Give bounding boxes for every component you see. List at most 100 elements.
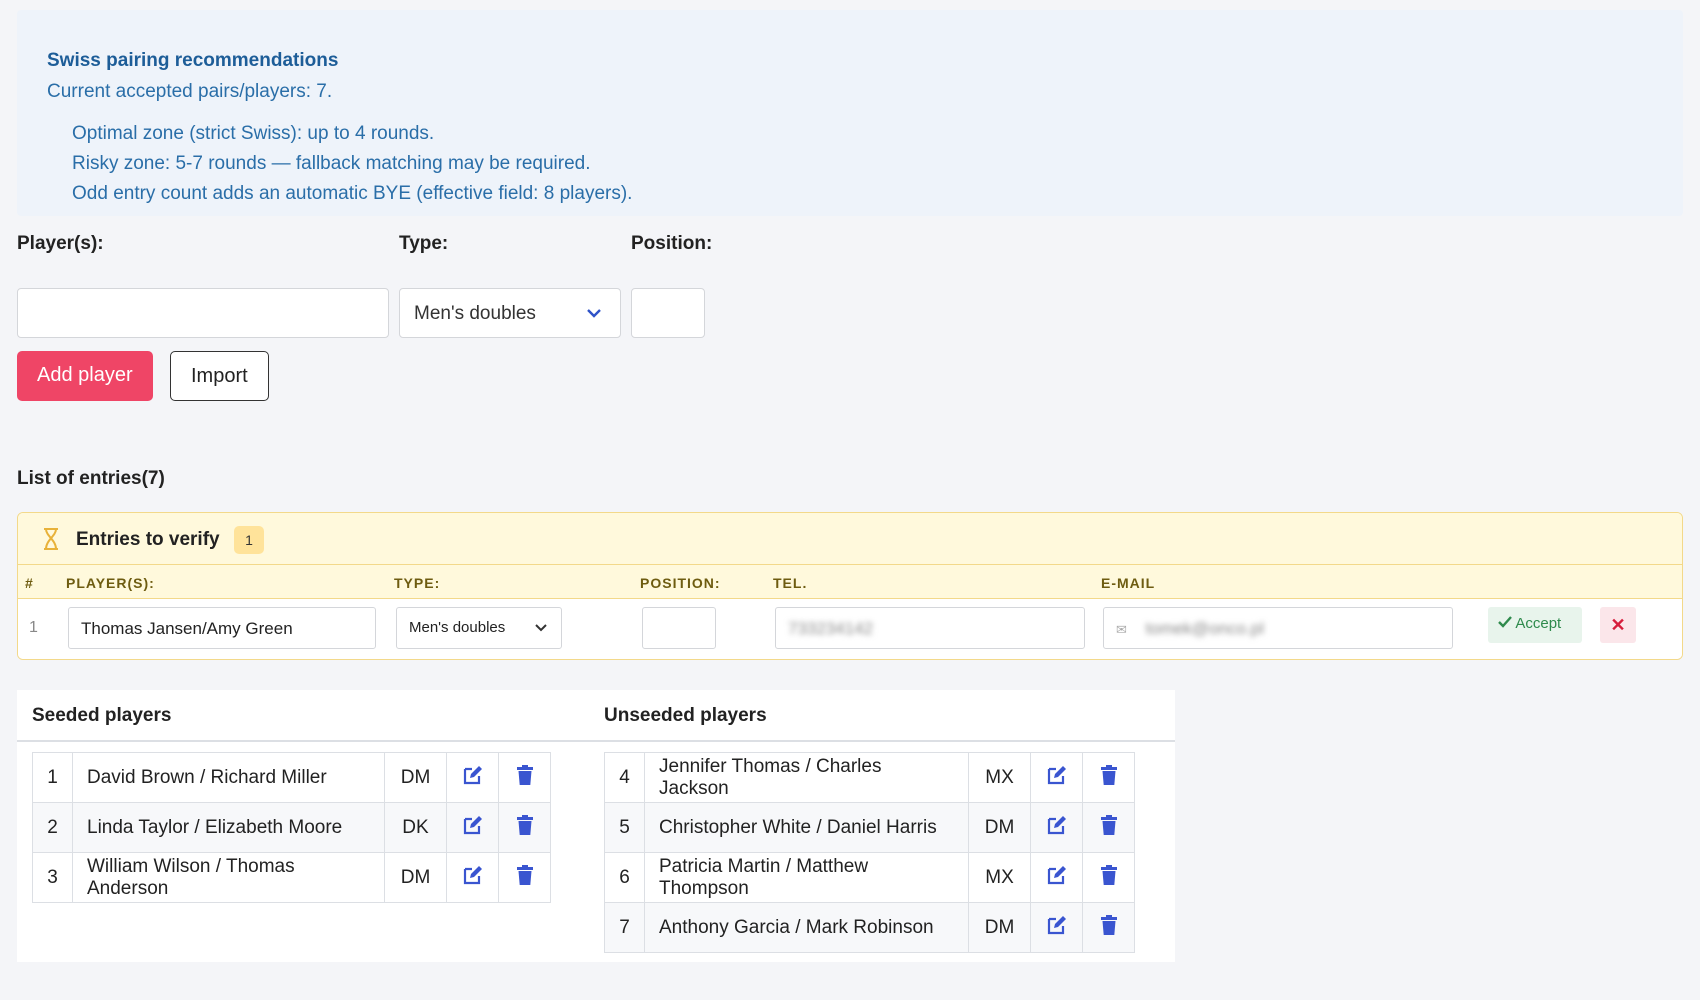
edit-button[interactable] <box>446 802 499 853</box>
player-type: DM <box>968 902 1031 953</box>
player-names: David Brown / Richard Miller <box>72 752 385 803</box>
recommendations-list: Optimal zone (strict Swiss): up to 4 rou… <box>47 119 1653 209</box>
unseeded-title: Unseeded players <box>604 705 767 726</box>
reject-button[interactable]: ✕ <box>1600 607 1636 643</box>
edit-icon <box>1046 815 1068 841</box>
trash-icon <box>1100 814 1117 841</box>
verify-players-input[interactable]: Thomas Jansen/Amy Green <box>68 607 376 649</box>
check-icon <box>1498 615 1515 632</box>
player-seed-number: 6 <box>604 852 645 903</box>
recommendation-optimal: Optimal zone (strict Swiss): up to 4 rou… <box>72 123 435 144</box>
edit-button[interactable] <box>446 752 499 803</box>
trash-icon <box>1100 764 1117 791</box>
verify-tel-value: 733234142 <box>788 619 874 638</box>
player-type: DM <box>384 752 447 803</box>
player-names: Jennifer Thomas / Charles Jackson <box>644 752 969 803</box>
accept-button[interactable]: Accept <box>1488 607 1582 643</box>
edit-button[interactable] <box>1030 852 1083 903</box>
col-email: E-MAIL <box>1101 575 1156 591</box>
edit-button[interactable] <box>1030 802 1083 853</box>
players-input[interactable] <box>17 288 389 338</box>
player-names: William Wilson / Thomas Anderson <box>72 852 385 903</box>
position-label: Position: <box>631 233 713 254</box>
edit-button[interactable] <box>1030 902 1083 953</box>
type-select-value: Men's doubles <box>414 303 536 324</box>
verify-column-headers: # PLAYER(S): TYPE: POSITION: TEL. E-MAIL <box>18 565 1682 599</box>
player-row: 4 Jennifer Thomas / Charles Jackson MX <box>604 752 1135 803</box>
players-label: Player(s): <box>17 233 104 254</box>
delete-button[interactable] <box>1082 752 1135 803</box>
col-position: POSITION: <box>640 575 721 591</box>
verify-type-value: Men's doubles <box>409 619 506 636</box>
player-type: MX <box>968 852 1031 903</box>
position-input[interactable] <box>631 288 705 338</box>
verify-tel-input[interactable]: 733234142 <box>775 607 1085 649</box>
player-row: 3 William Wilson / Thomas Anderson DM <box>32 852 551 903</box>
player-row: 2 Linda Taylor / Elizabeth Moore DK <box>32 802 551 853</box>
delete-button[interactable] <box>1082 902 1135 953</box>
player-row: 1 David Brown / Richard Miller DM <box>32 752 551 803</box>
delete-button[interactable] <box>498 802 551 853</box>
edit-icon <box>462 865 484 891</box>
players-panel: Seeded players Unseeded players 1 David … <box>17 690 1175 962</box>
mail-icon: ✉ <box>1116 622 1127 637</box>
player-names: Patricia Martin / Matthew Thompson <box>644 852 969 903</box>
type-select[interactable]: Men's doubles <box>399 288 621 338</box>
trash-icon <box>516 764 533 791</box>
player-names: Anthony Garcia / Mark Robinson <box>644 902 969 953</box>
delete-button[interactable] <box>1082 802 1135 853</box>
delete-button[interactable] <box>498 852 551 903</box>
recommendation-bye: Odd entry count adds an automatic BYE (e… <box>72 183 633 204</box>
player-seed-number: 2 <box>32 802 73 853</box>
player-seed-number: 4 <box>604 752 645 803</box>
delete-button[interactable] <box>498 752 551 803</box>
entries-list-title: List of entries(7) <box>17 468 165 489</box>
player-names: Christopher White / Daniel Harris <box>644 802 969 853</box>
edit-icon <box>462 815 484 841</box>
verify-email-value: tomek@onco.pl <box>1145 619 1265 638</box>
edit-button[interactable] <box>446 852 499 903</box>
import-button[interactable]: Import <box>170 351 269 401</box>
edit-button[interactable] <box>1030 752 1083 803</box>
edit-icon <box>1046 865 1068 891</box>
close-icon: ✕ <box>1610 615 1626 635</box>
chevron-down-icon <box>535 620 547 637</box>
player-seed-number: 7 <box>604 902 645 953</box>
verify-count-badge: 1 <box>234 526 264 554</box>
add-entry-form: Player(s): Type: Men's doubles Position:… <box>17 233 1017 410</box>
seeded-table: 1 David Brown / Richard Miller DM 2 Lind… <box>32 752 551 903</box>
col-players: PLAYER(S): <box>66 575 155 591</box>
player-row: 6 Patricia Martin / Matthew Thompson MX <box>604 852 1135 903</box>
player-type: DM <box>384 852 447 903</box>
col-type: TYPE: <box>394 575 441 591</box>
verify-type-select[interactable]: Men's doubles <box>396 607 562 649</box>
seeded-title: Seeded players <box>32 705 172 726</box>
verify-row-number: 1 <box>29 619 38 636</box>
verify-email-input[interactable]: ✉ tomek@onco.pl <box>1103 607 1453 649</box>
player-row: 7 Anthony Garcia / Mark Robinson DM <box>604 902 1135 953</box>
verify-position-input[interactable] <box>642 607 716 649</box>
verify-title: Entries to verify <box>76 529 220 550</box>
player-type: DK <box>384 802 447 853</box>
player-type: MX <box>968 752 1031 803</box>
hourglass-icon <box>42 528 60 556</box>
accepted-count-text: Current accepted pairs/players: 7. <box>47 81 333 102</box>
trash-icon <box>516 814 533 841</box>
chevron-down-icon <box>586 303 602 324</box>
player-seed-number: 5 <box>604 802 645 853</box>
delete-button[interactable] <box>1082 852 1135 903</box>
add-player-button[interactable]: Add player <box>17 351 153 401</box>
edit-icon <box>462 765 484 791</box>
player-type: DM <box>968 802 1031 853</box>
edit-icon <box>1046 765 1068 791</box>
trash-icon <box>1100 914 1117 941</box>
player-names: Linda Taylor / Elizabeth Moore <box>72 802 385 853</box>
col-tel: TEL. <box>773 575 808 591</box>
player-seed-number: 1 <box>32 752 73 803</box>
seeded-divider <box>17 740 590 742</box>
recommendation-risky: Risky zone: 5-7 rounds — fallback matchi… <box>72 153 591 174</box>
trash-icon <box>1100 864 1117 891</box>
trash-icon <box>516 864 533 891</box>
player-seed-number: 3 <box>32 852 73 903</box>
player-row: 5 Christopher White / Daniel Harris DM <box>604 802 1135 853</box>
